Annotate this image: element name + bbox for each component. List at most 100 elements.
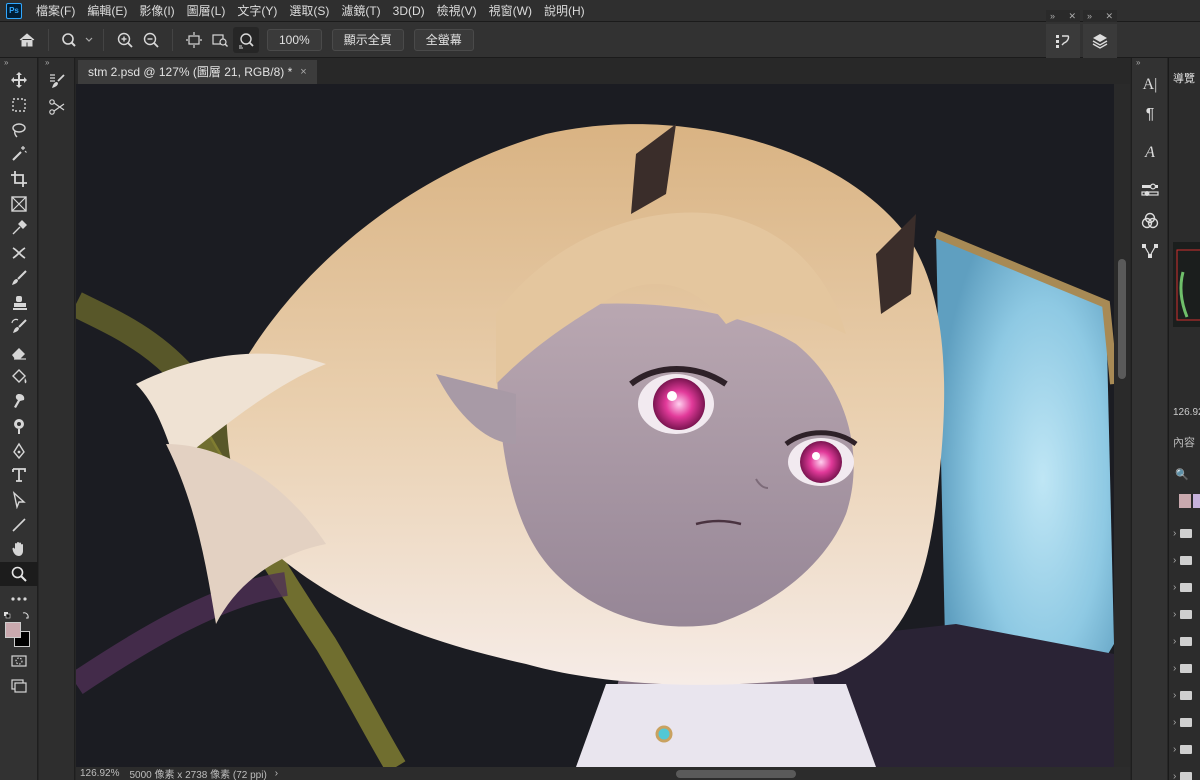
- layer-folder-row[interactable]: ›: [1173, 524, 1200, 542]
- paragraph-icon[interactable]: ¶: [1132, 100, 1168, 130]
- swap-colors-icon[interactable]: [3, 611, 33, 621]
- navigator-zoom-value[interactable]: 126.92: [1173, 407, 1200, 418]
- zoom-tool-icon[interactable]: [0, 561, 38, 587]
- collapse-icon[interactable]: »: [1087, 11, 1092, 21]
- pen-tool-icon[interactable]: [0, 438, 38, 463]
- layer-folder-row[interactable]: ›: [1173, 551, 1200, 569]
- panel-color-swatch[interactable]: [1179, 494, 1191, 508]
- collapse-icon[interactable]: »: [1132, 58, 1167, 70]
- navigator-preview[interactable]: [1173, 242, 1200, 327]
- layer-folder-row[interactable]: ›: [1173, 578, 1200, 596]
- document-tab[interactable]: stm 2.psd @ 127% (圖層 21, RGB/8) * ×: [78, 60, 317, 84]
- zoom-tool-preset-icon[interactable]: [57, 27, 83, 53]
- search-icon[interactable]: 🔍: [1175, 468, 1189, 481]
- frame-tool-icon[interactable]: [0, 191, 38, 216]
- paths-icon[interactable]: [1132, 236, 1168, 266]
- expand-arrow-icon[interactable]: ›: [1173, 690, 1176, 701]
- hand-tool-icon[interactable]: [0, 537, 38, 562]
- zoom-all-windows-icon[interactable]: [207, 27, 233, 53]
- menu-layer[interactable]: 圖層(L): [181, 0, 232, 22]
- path-selection-tool-icon[interactable]: [0, 488, 38, 513]
- layer-folder-row[interactable]: ›: [1173, 632, 1200, 650]
- menu-window[interactable]: 視窗(W): [483, 0, 538, 22]
- layer-folder-row[interactable]: ›: [1173, 686, 1200, 704]
- status-menu-arrow[interactable]: ›: [275, 768, 278, 779]
- expand-arrow-icon[interactable]: ›: [1173, 636, 1176, 647]
- menu-help[interactable]: 說明(H): [538, 0, 591, 22]
- menu-type[interactable]: 文字(Y): [231, 0, 283, 22]
- resize-windows-icon[interactable]: [181, 27, 207, 53]
- close-tab-icon[interactable]: ×: [300, 60, 306, 84]
- status-zoom[interactable]: 126.92%: [80, 768, 119, 779]
- close-icon[interactable]: ✕: [1105, 11, 1113, 22]
- home-icon[interactable]: [14, 27, 40, 53]
- expand-arrow-icon[interactable]: ›: [1173, 771, 1176, 780]
- expand-arrow-icon[interactable]: ›: [1173, 609, 1176, 620]
- menu-filter[interactable]: 濾鏡(T): [335, 0, 386, 22]
- move-tool-icon[interactable]: [0, 68, 38, 93]
- smudge-tool-icon[interactable]: [0, 389, 38, 414]
- dodge-tool-icon[interactable]: [0, 414, 38, 439]
- collapse-icon[interactable]: »: [1050, 11, 1055, 21]
- history-panel-button[interactable]: [1046, 24, 1080, 60]
- more-tools-icon[interactable]: [0, 586, 38, 611]
- type-tool-icon[interactable]: [0, 463, 38, 488]
- menu-select[interactable]: 選取(S): [283, 0, 335, 22]
- zoom-in-icon[interactable]: [112, 27, 138, 53]
- paint-bucket-tool-icon[interactable]: [0, 364, 38, 389]
- brush-tool-icon[interactable]: [0, 266, 38, 291]
- chevron-down-icon[interactable]: [83, 27, 95, 53]
- properties-icon[interactable]: [1132, 176, 1168, 206]
- expand-arrow-icon[interactable]: ›: [1173, 582, 1176, 593]
- marquee-tool-icon[interactable]: [0, 93, 38, 118]
- adjustments-icon[interactable]: [1132, 206, 1168, 236]
- menu-3d[interactable]: 3D(D): [387, 0, 431, 22]
- layer-folder-row[interactable]: ›: [1173, 605, 1200, 623]
- history-brush-tool-icon[interactable]: [0, 315, 38, 340]
- scrubby-zoom-icon[interactable]: [233, 26, 259, 53]
- artwork-canvas[interactable]: [76, 84, 1114, 767]
- screen-mode-icon[interactable]: [0, 674, 38, 699]
- zoom-value-field[interactable]: 100%: [267, 28, 322, 51]
- menu-edit[interactable]: 編輯(E): [81, 0, 133, 22]
- glyphs-icon[interactable]: A: [1132, 138, 1168, 168]
- expand-arrow-icon[interactable]: ›: [1173, 744, 1176, 755]
- menu-file[interactable]: 檔案(F): [30, 0, 81, 22]
- collapse-icon[interactable]: »: [39, 58, 74, 68]
- menu-image[interactable]: 影像(I): [133, 0, 180, 22]
- fit-screen-button[interactable]: 顯示全頁: [331, 28, 404, 51]
- magic-wand-tool-icon[interactable]: [0, 142, 38, 167]
- vertical-scrollbar[interactable]: [1114, 84, 1130, 767]
- expand-arrow-icon[interactable]: ›: [1173, 663, 1176, 674]
- layer-folder-row[interactable]: ›: [1173, 659, 1200, 677]
- horizontal-scrollbar-thumb[interactable]: [676, 770, 796, 778]
- content-tab[interactable]: 內容: [1173, 434, 1195, 450]
- clone-source-icon[interactable]: [39, 94, 75, 120]
- brush-presets-icon[interactable]: [39, 68, 75, 94]
- close-icon[interactable]: ✕: [1068, 11, 1076, 22]
- healing-brush-tool-icon[interactable]: [0, 241, 38, 266]
- quick-mask-icon[interactable]: [0, 649, 38, 674]
- eraser-tool-icon[interactable]: [0, 340, 38, 365]
- layers-panel-button[interactable]: [1083, 24, 1117, 60]
- expand-arrow-icon[interactable]: ›: [1173, 528, 1176, 539]
- expand-arrow-icon[interactable]: ›: [1173, 555, 1176, 566]
- zoom-out-icon[interactable]: [138, 27, 164, 53]
- menu-view[interactable]: 檢視(V): [431, 0, 483, 22]
- vertical-scrollbar-thumb[interactable]: [1118, 259, 1126, 379]
- foreground-color-swatch[interactable]: [5, 622, 21, 639]
- eyedropper-tool-icon[interactable]: [0, 216, 38, 241]
- clone-stamp-tool-icon[interactable]: [0, 290, 38, 315]
- character-icon[interactable]: A|: [1132, 70, 1168, 100]
- expand-arrow-icon[interactable]: ›: [1173, 717, 1176, 728]
- line-tool-icon[interactable]: [0, 512, 38, 537]
- canvas-area[interactable]: [76, 84, 1114, 767]
- lasso-tool-icon[interactable]: [0, 117, 38, 142]
- layer-folder-row[interactable]: ›: [1173, 740, 1200, 758]
- fill-screen-button[interactable]: 全螢幕: [413, 28, 474, 51]
- panel-color-swatch[interactable]: [1193, 494, 1200, 508]
- crop-tool-icon[interactable]: [0, 167, 38, 192]
- toolbar-collapse-icon[interactable]: »: [0, 58, 37, 68]
- layer-folder-row[interactable]: ›: [1173, 767, 1200, 780]
- layer-folder-row[interactable]: ›: [1173, 713, 1200, 731]
